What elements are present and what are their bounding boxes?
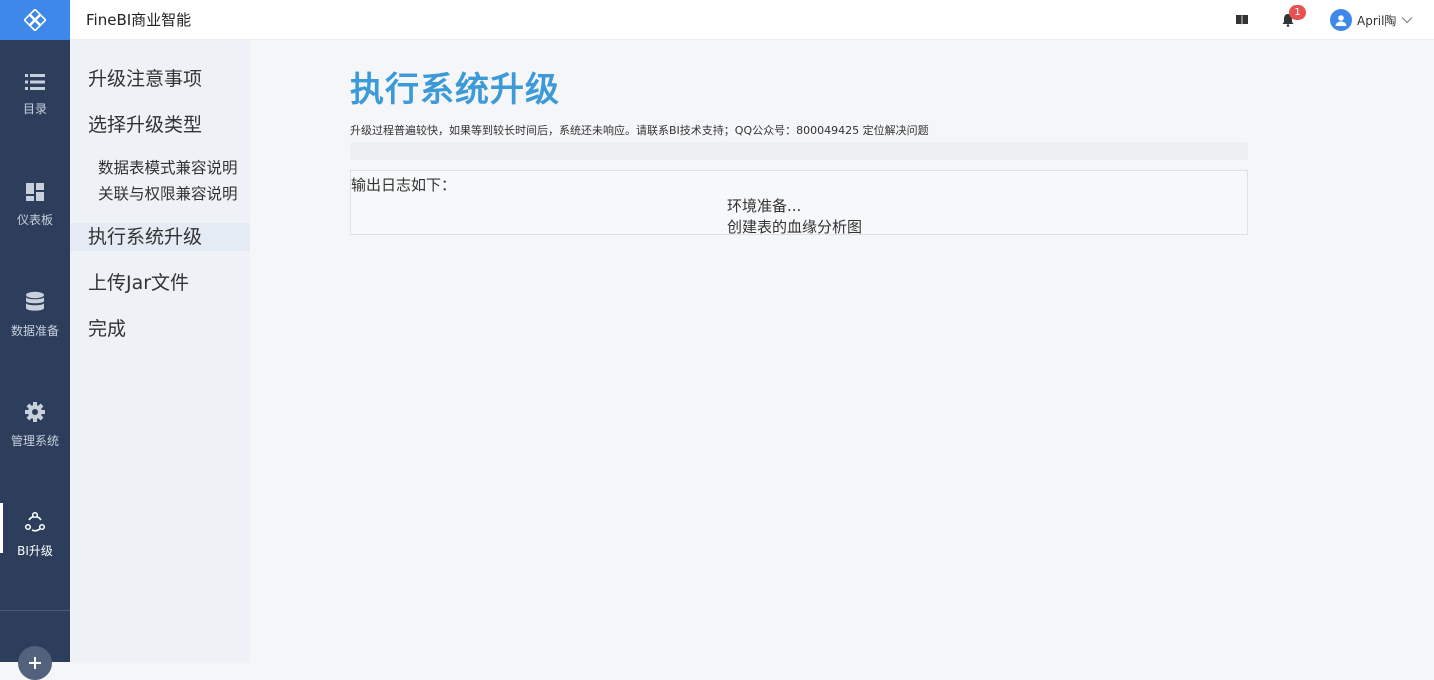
- app-title: FineBI商业智能: [86, 11, 192, 29]
- list-icon: [25, 74, 45, 90]
- dashboard-icon: [26, 183, 44, 201]
- nav-label: 目录: [22, 102, 47, 116]
- step-upload-jar[interactable]: 上传Jar文件: [70, 269, 250, 297]
- book-icon[interactable]: [1234, 12, 1250, 28]
- notification-button[interactable]: 1: [1281, 5, 1306, 28]
- step-table-mode-compat[interactable]: 数据表模式兼容说明: [70, 157, 250, 179]
- user-menu[interactable]: April陶: [1330, 9, 1413, 31]
- progress-bar: [350, 142, 1248, 160]
- logo[interactable]: [0, 0, 70, 40]
- user-icon: [1330, 9, 1352, 31]
- nav-item-admin[interactable]: 管理系统: [0, 380, 70, 470]
- nav-item-catalog[interactable]: 目录: [0, 50, 70, 140]
- nav-item-bi-upgrade[interactable]: BI升级: [0, 490, 70, 580]
- nav-label: 管理系统: [10, 434, 59, 448]
- add-button[interactable]: [18, 646, 52, 680]
- notification-badge: 1: [1289, 5, 1306, 20]
- step-select-type[interactable]: 选择升级类型: [70, 111, 250, 139]
- step-notes[interactable]: 升级注意事项: [70, 65, 250, 93]
- chevron-down-icon: [1402, 17, 1413, 24]
- nav-item-dashboard[interactable]: 仪表板: [0, 160, 70, 250]
- left-navigation: 目录 仪表板 数据准备 管理系统 BI升级: [0, 40, 70, 680]
- step-complete[interactable]: 完成: [70, 315, 250, 343]
- nav-label: 仪表板: [16, 213, 53, 227]
- upgrade-notice: 升级过程普遍较快，如果等到较长时间后，系统还未响应。请联系BI技术支持；QQ公众…: [350, 124, 929, 137]
- plus-icon: [29, 657, 41, 669]
- nav-label: BI升级: [17, 544, 53, 558]
- step-relation-permission-compat[interactable]: 关联与权限兼容说明: [70, 183, 250, 205]
- username: April陶: [1357, 13, 1397, 28]
- upgrade-icon: [24, 511, 46, 532]
- log-line: 创建表的血缘分析图: [727, 218, 863, 236]
- upgrade-steps-panel: 升级注意事项 选择升级类型 数据表模式兼容说明 关联与权限兼容说明 执行系统升级…: [70, 40, 250, 662]
- nav-divider: [0, 610, 70, 611]
- database-icon: [26, 291, 44, 311]
- log-heading: 输出日志如下：: [351, 176, 457, 194]
- log-output: 输出日志如下： 环境准备... 创建表的血缘分析图: [350, 170, 1248, 236]
- log-line: 环境准备...: [727, 197, 802, 215]
- nav-item-data-prep[interactable]: 数据准备: [0, 270, 70, 360]
- step-execute-upgrade[interactable]: 执行系统升级: [70, 223, 250, 251]
- main-content: 执行系统升级 升级过程普遍较快，如果等到较长时间后，系统还未响应。请联系BI技术…: [250, 40, 1434, 662]
- nav-label: 数据准备: [10, 324, 59, 338]
- top-bar: FineBI商业智能 1 April陶: [0, 0, 1434, 40]
- gear-icon: [25, 402, 45, 422]
- page-title: 执行系统升级: [350, 70, 560, 110]
- logo-icon: [24, 9, 46, 31]
